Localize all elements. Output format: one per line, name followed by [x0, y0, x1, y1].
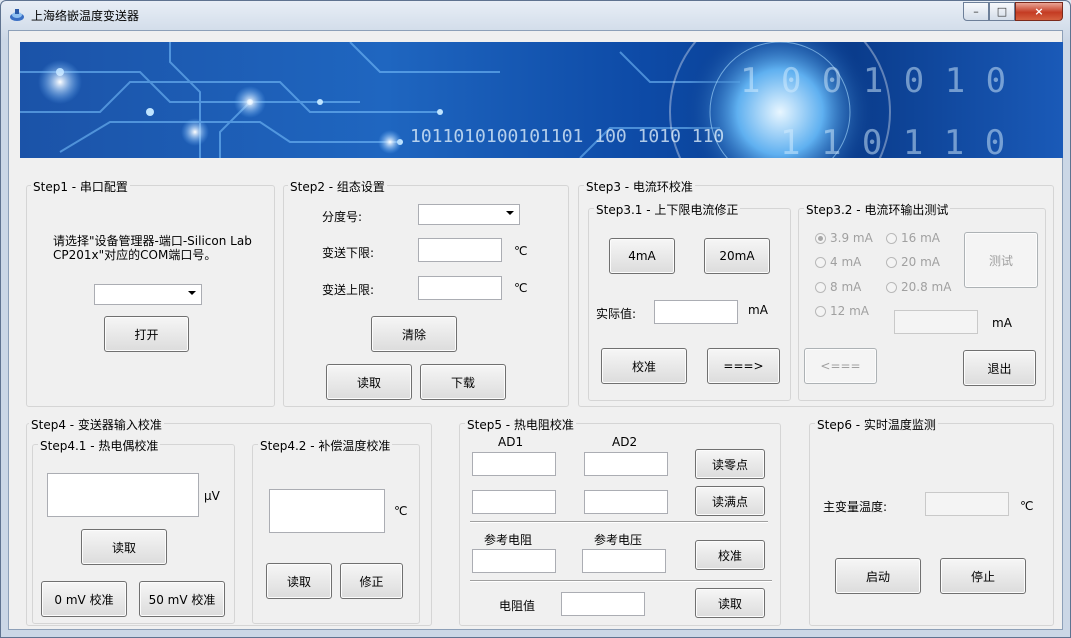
- read-config-button[interactable]: 读取: [326, 364, 412, 400]
- svg-text:1 0 0 1 0 1 0: 1 0 0 1 0 1 0: [740, 61, 1006, 101]
- stop-button[interactable]: 停止: [940, 558, 1026, 594]
- chevron-down-icon: [188, 291, 196, 295]
- minimize-button[interactable]: –: [963, 2, 989, 21]
- maximize-button[interactable]: □: [989, 2, 1015, 21]
- index-label: 分度号:: [322, 210, 363, 224]
- radio-8ma[interactable]: 8 mA: [815, 280, 861, 294]
- compensation-read-button[interactable]: 读取: [266, 563, 332, 599]
- ad1-zero-input[interactable]: [472, 452, 556, 476]
- radio-icon: [815, 256, 826, 268]
- radio-3-9ma[interactable]: 3.9 mA: [815, 231, 873, 245]
- ref-voltage-input[interactable]: [582, 549, 666, 573]
- resistance-read-button[interactable]: 读取: [695, 588, 765, 618]
- 20ma-button[interactable]: 20mA: [704, 238, 770, 274]
- 4ma-button[interactable]: 4mA: [609, 238, 675, 274]
- radio-12ma[interactable]: 12 mA: [815, 304, 869, 318]
- ref-voltage-label: 参考电压: [594, 533, 643, 547]
- banner-image: 1 0 0 1 0 1 0 1 1 0 1 1 0 10110101001011…: [20, 42, 1063, 158]
- compensation-unit: ℃: [394, 504, 408, 518]
- step2-title: Step2 - 组态设置: [288, 178, 387, 195]
- lower-limit-label: 变送下限:: [322, 246, 375, 260]
- app-icon: [10, 9, 24, 21]
- calibrate-current-button[interactable]: 校准: [601, 348, 687, 384]
- window-title: 上海络嵌温度变送器: [31, 9, 140, 23]
- output-value-unit: mA: [992, 316, 1012, 330]
- step1-title: Step1 - 串口配置: [31, 178, 130, 195]
- test-button[interactable]: 测试: [964, 232, 1038, 288]
- close-button[interactable]: ×: [1015, 2, 1063, 21]
- lower-limit-input[interactable]: [418, 238, 502, 262]
- step42-title: Step4.2 - 补偿温度校准: [258, 437, 393, 454]
- radio-icon: [815, 281, 826, 293]
- step3-title: Step3 - 电流环校准: [584, 178, 695, 195]
- compensation-value-input[interactable]: [269, 489, 385, 533]
- index-select[interactable]: [418, 204, 520, 225]
- ad2-full-input[interactable]: [584, 490, 668, 514]
- radio-16ma[interactable]: 16 mA: [886, 231, 940, 245]
- upper-limit-label: 变送上限:: [322, 283, 375, 297]
- read-full-button[interactable]: 读满点: [695, 486, 765, 516]
- radio-icon: [815, 305, 826, 317]
- ad1-full-input[interactable]: [472, 490, 556, 514]
- actual-value-label: 实际值:: [596, 307, 637, 321]
- step32-title: Step3.2 - 电流环输出测试: [804, 201, 951, 218]
- step4-title: Step4 - 变送器输入校准: [29, 416, 164, 433]
- start-button[interactable]: 启动: [835, 558, 921, 594]
- com-port-select[interactable]: [94, 284, 202, 305]
- radio-20-8ma[interactable]: 20.8 mA: [886, 280, 951, 294]
- upper-limit-input[interactable]: [418, 276, 502, 300]
- main-temperature-unit: ℃: [1020, 499, 1034, 513]
- divider: [470, 580, 772, 582]
- lower-limit-unit: ℃: [514, 244, 528, 258]
- thermocouple-value-input[interactable]: [47, 473, 199, 517]
- forward-button[interactable]: ===>: [707, 348, 780, 384]
- exit-button[interactable]: 退出: [963, 350, 1036, 386]
- resistance-input[interactable]: [561, 592, 645, 616]
- actual-value-unit: mA: [748, 303, 768, 317]
- radio-icon: [886, 232, 897, 244]
- step5-title: Step5 - 热电阻校准: [465, 416, 576, 433]
- step6-group: [809, 423, 1054, 626]
- read-zero-button[interactable]: 读零点: [695, 449, 765, 479]
- fifty-mv-calibrate-button[interactable]: 50 mV 校准: [139, 581, 225, 617]
- main-temperature-label: 主变量温度:: [823, 500, 888, 514]
- chevron-down-icon: [506, 211, 514, 215]
- compensation-fix-button[interactable]: 修正: [340, 563, 403, 599]
- zero-mv-calibrate-button[interactable]: 0 mV 校准: [41, 581, 127, 617]
- step41-title: Step4.1 - 热电偶校准: [38, 437, 161, 454]
- circuit-graphic: 1 0 0 1 0 1 0 1 1 0 1 1 0 10110101001011…: [20, 42, 1006, 158]
- banner-bits-text: 1011010100101101 100 1010 110: [410, 126, 724, 147]
- ad1-label: AD1: [498, 435, 524, 449]
- upper-limit-unit: ℃: [514, 281, 528, 295]
- resistance-label: 电阻值: [499, 599, 536, 613]
- radio-icon: [886, 256, 897, 268]
- radio-4ma[interactable]: 4 mA: [815, 255, 861, 269]
- thermocouple-unit: μV: [204, 489, 220, 503]
- download-button[interactable]: 下载: [420, 364, 506, 400]
- back-button[interactable]: <===: [804, 348, 877, 384]
- radio-icon: [886, 281, 897, 293]
- actual-value-input[interactable]: [654, 300, 738, 324]
- title-bar[interactable]: 上海络嵌温度变送器 – □ ×: [1, 1, 1071, 31]
- step31-title: Step3.1 - 上下限电流修正: [594, 201, 741, 218]
- main-temperature-input[interactable]: [925, 492, 1009, 516]
- step6-title: Step6 - 实时温度监测: [815, 416, 938, 433]
- radio-checked-icon: [815, 232, 826, 244]
- output-value-input[interactable]: [894, 310, 978, 334]
- ref-resistance-input[interactable]: [472, 549, 556, 573]
- step1-instruction-line2: CP201x"对应的COM端口号。: [53, 248, 217, 262]
- ref-resistance-label: 参考电阻: [484, 533, 533, 547]
- ad2-zero-input[interactable]: [584, 452, 668, 476]
- divider: [470, 521, 768, 523]
- radio-20ma[interactable]: 20 mA: [886, 255, 940, 269]
- svg-text:1 1 0 1 1 0: 1 1 0 1 1 0: [780, 123, 1005, 158]
- rtd-calibrate-button[interactable]: 校准: [695, 540, 765, 570]
- open-port-button[interactable]: 打开: [104, 316, 189, 352]
- ad2-label: AD2: [612, 435, 638, 449]
- clear-button[interactable]: 清除: [371, 316, 457, 352]
- thermocouple-read-button[interactable]: 读取: [81, 529, 167, 565]
